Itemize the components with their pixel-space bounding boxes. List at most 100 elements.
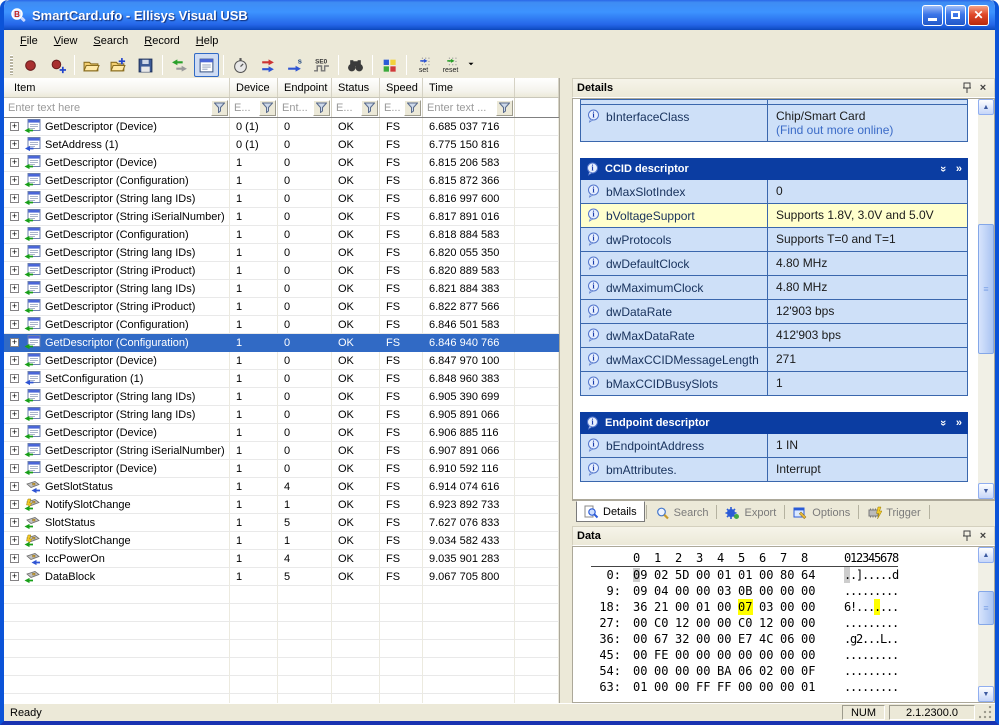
hex-byte[interactable]: 67 [654,631,669,647]
hex-row[interactable]: 18:3621000100070300006!....... [591,599,978,615]
timing-button[interactable] [228,53,253,77]
expand-chevron-icon[interactable]: » [956,417,962,429]
table-row[interactable]: +GetDescriptor (Configuration)10OKFS6.84… [4,334,559,352]
table-row[interactable]: +SlotStatus15OKFS7.627 076 833 [4,514,559,532]
table-row[interactable]: +GetDescriptor (String iProduct)10OKFS6.… [4,262,559,280]
menu-record[interactable]: Record [136,32,187,50]
table-row[interactable]: +GetDescriptor (Device)10OKFS6.906 885 1… [4,424,559,442]
data-scroll-thumb[interactable]: ≡ [978,591,994,625]
hex-byte[interactable]: 01 [717,567,732,583]
filter-button[interactable] [211,100,228,116]
detail-row-dwprotocols[interactable]: idwProtocols Supports T=0 and T=1 [580,228,968,252]
table-row[interactable]: +GetDescriptor (String lang IDs)10OKFS6.… [4,406,559,424]
filter-button[interactable] [404,100,421,116]
hex-byte[interactable]: 00 [675,663,690,679]
hex-byte[interactable]: 00 [717,599,732,615]
details-close-icon[interactable]: × [976,81,990,95]
expand-icon[interactable]: + [10,194,19,203]
hex-row[interactable]: 9:09040000030B000000......... [591,583,978,599]
open-append-button[interactable] [106,53,131,77]
table-row[interactable]: +DataBlock15OKFS9.067 705 800 [4,568,559,586]
expand-icon[interactable]: + [10,320,19,329]
column-header-device[interactable]: Device [230,78,278,97]
scroll-up-icon[interactable]: ▲ [978,99,994,115]
hex-byte[interactable]: 5D [675,567,690,583]
expand-icon[interactable]: + [10,158,19,167]
transactions-button[interactable] [255,53,280,77]
menu-file[interactable]: File [12,32,46,50]
hex-byte[interactable]: 00 [675,679,690,695]
tab-search[interactable]: Search [648,503,716,522]
table-row[interactable]: +GetDescriptor (Device)0 (1)0OKFS6.685 0… [4,118,559,136]
expand-icon[interactable]: + [10,482,19,491]
hex-byte[interactable]: 80 [780,567,795,583]
hex-byte[interactable]: 07 [738,599,753,615]
hex-byte[interactable]: 00 [654,663,669,679]
filter-input-time[interactable] [423,102,496,114]
expand-icon[interactable]: + [10,284,19,293]
scroll-down-icon[interactable]: ▼ [978,483,994,499]
hex-byte[interactable]: 00 [696,663,711,679]
collapse-chevron-icon[interactable]: » [937,166,949,172]
table-row[interactable]: +GetDescriptor (String iSerialNumber)10O… [4,442,559,460]
hex-row[interactable]: 0:09025D000101008064..].....d [591,567,978,583]
table-row[interactable]: +GetDescriptor (Device)10OKFS6.910 592 1… [4,460,559,478]
expand-icon[interactable]: + [10,554,19,563]
table-row[interactable]: +NotifySlotChange11OKFS6.923 892 733 [4,496,559,514]
hex-byte[interactable]: C0 [738,615,753,631]
hex-byte[interactable]: 12 [675,615,690,631]
expand-icon[interactable]: + [10,518,19,527]
hex-byte[interactable]: 00 [759,567,774,583]
detail-row-dwdefaultclock[interactable]: idwDefaultClock 4.80 MHz [580,252,968,276]
column-header-time[interactable]: Time [423,78,515,97]
hex-byte[interactable]: 00 [696,583,711,599]
pin-icon[interactable] [960,529,974,543]
hex-byte[interactable]: 00 [759,647,774,663]
expand-icon[interactable]: + [10,374,19,383]
hex-byte[interactable]: 00 [696,647,711,663]
table-row[interactable]: +GetDescriptor (String lang IDs)10OKFS6.… [4,244,559,262]
navigate-button[interactable] [167,53,192,77]
hex-byte[interactable]: 00 [780,679,795,695]
hex-byte[interactable]: 00 [654,679,669,695]
menu-help[interactable]: Help [188,32,227,50]
filter-input-status[interactable] [332,102,361,114]
expand-icon[interactable]: + [10,266,19,275]
close-button[interactable]: ✕ [968,5,989,26]
filter-input-device[interactable] [230,102,259,114]
hex-byte[interactable]: C0 [654,615,669,631]
hex-byte[interactable]: 01 [633,679,648,695]
table-row[interactable]: +SetAddress (1)0 (1)0OKFS6.775 150 816 [4,136,559,154]
filter-input-endpoint[interactable] [278,102,313,114]
expand-icon[interactable]: + [10,140,19,149]
filter-button[interactable] [313,100,330,116]
hex-byte[interactable]: 4C [759,631,774,647]
hex-byte[interactable]: 00 [780,599,795,615]
hex-byte[interactable]: 03 [717,583,732,599]
record-append-button[interactable] [45,53,70,77]
hex-byte[interactable]: 00 [675,599,690,615]
expand-icon[interactable]: + [10,392,19,401]
hex-byte[interactable]: 00 [801,615,816,631]
hex-row[interactable]: 27:00C0120000C0120000......... [591,615,978,631]
hex-byte[interactable]: 00 [780,583,795,599]
hex-byte[interactable]: 21 [654,599,669,615]
resize-grip[interactable] [979,706,993,720]
hex-byte[interactable]: 00 [759,583,774,599]
expand-icon[interactable]: + [10,572,19,581]
filter-input-speed[interactable] [380,102,404,114]
table-row[interactable]: +GetDescriptor (Configuration)10OKFS6.81… [4,226,559,244]
scroll-up-icon[interactable]: ▲ [978,547,994,563]
hex-byte[interactable]: 09 [633,583,648,599]
hex-byte[interactable]: 01 [801,679,816,695]
hex-byte[interactable]: 00 [801,631,816,647]
filter-button[interactable] [361,100,378,116]
section-header-endpoint-descriptor[interactable]: iEndpoint descriptor » » [580,412,968,434]
hex-row[interactable]: 63:010000FFFF00000001......... [591,679,978,695]
hex-byte[interactable]: 00 [738,679,753,695]
hex-byte[interactable]: 00 [780,663,795,679]
detail-row-bvoltagesupport[interactable]: ibVoltageSupport Supports 1.8V, 3.0V and… [580,204,968,228]
hex-byte[interactable]: FE [654,647,669,663]
find-button[interactable] [343,53,368,77]
expand-icon[interactable]: + [10,212,19,221]
